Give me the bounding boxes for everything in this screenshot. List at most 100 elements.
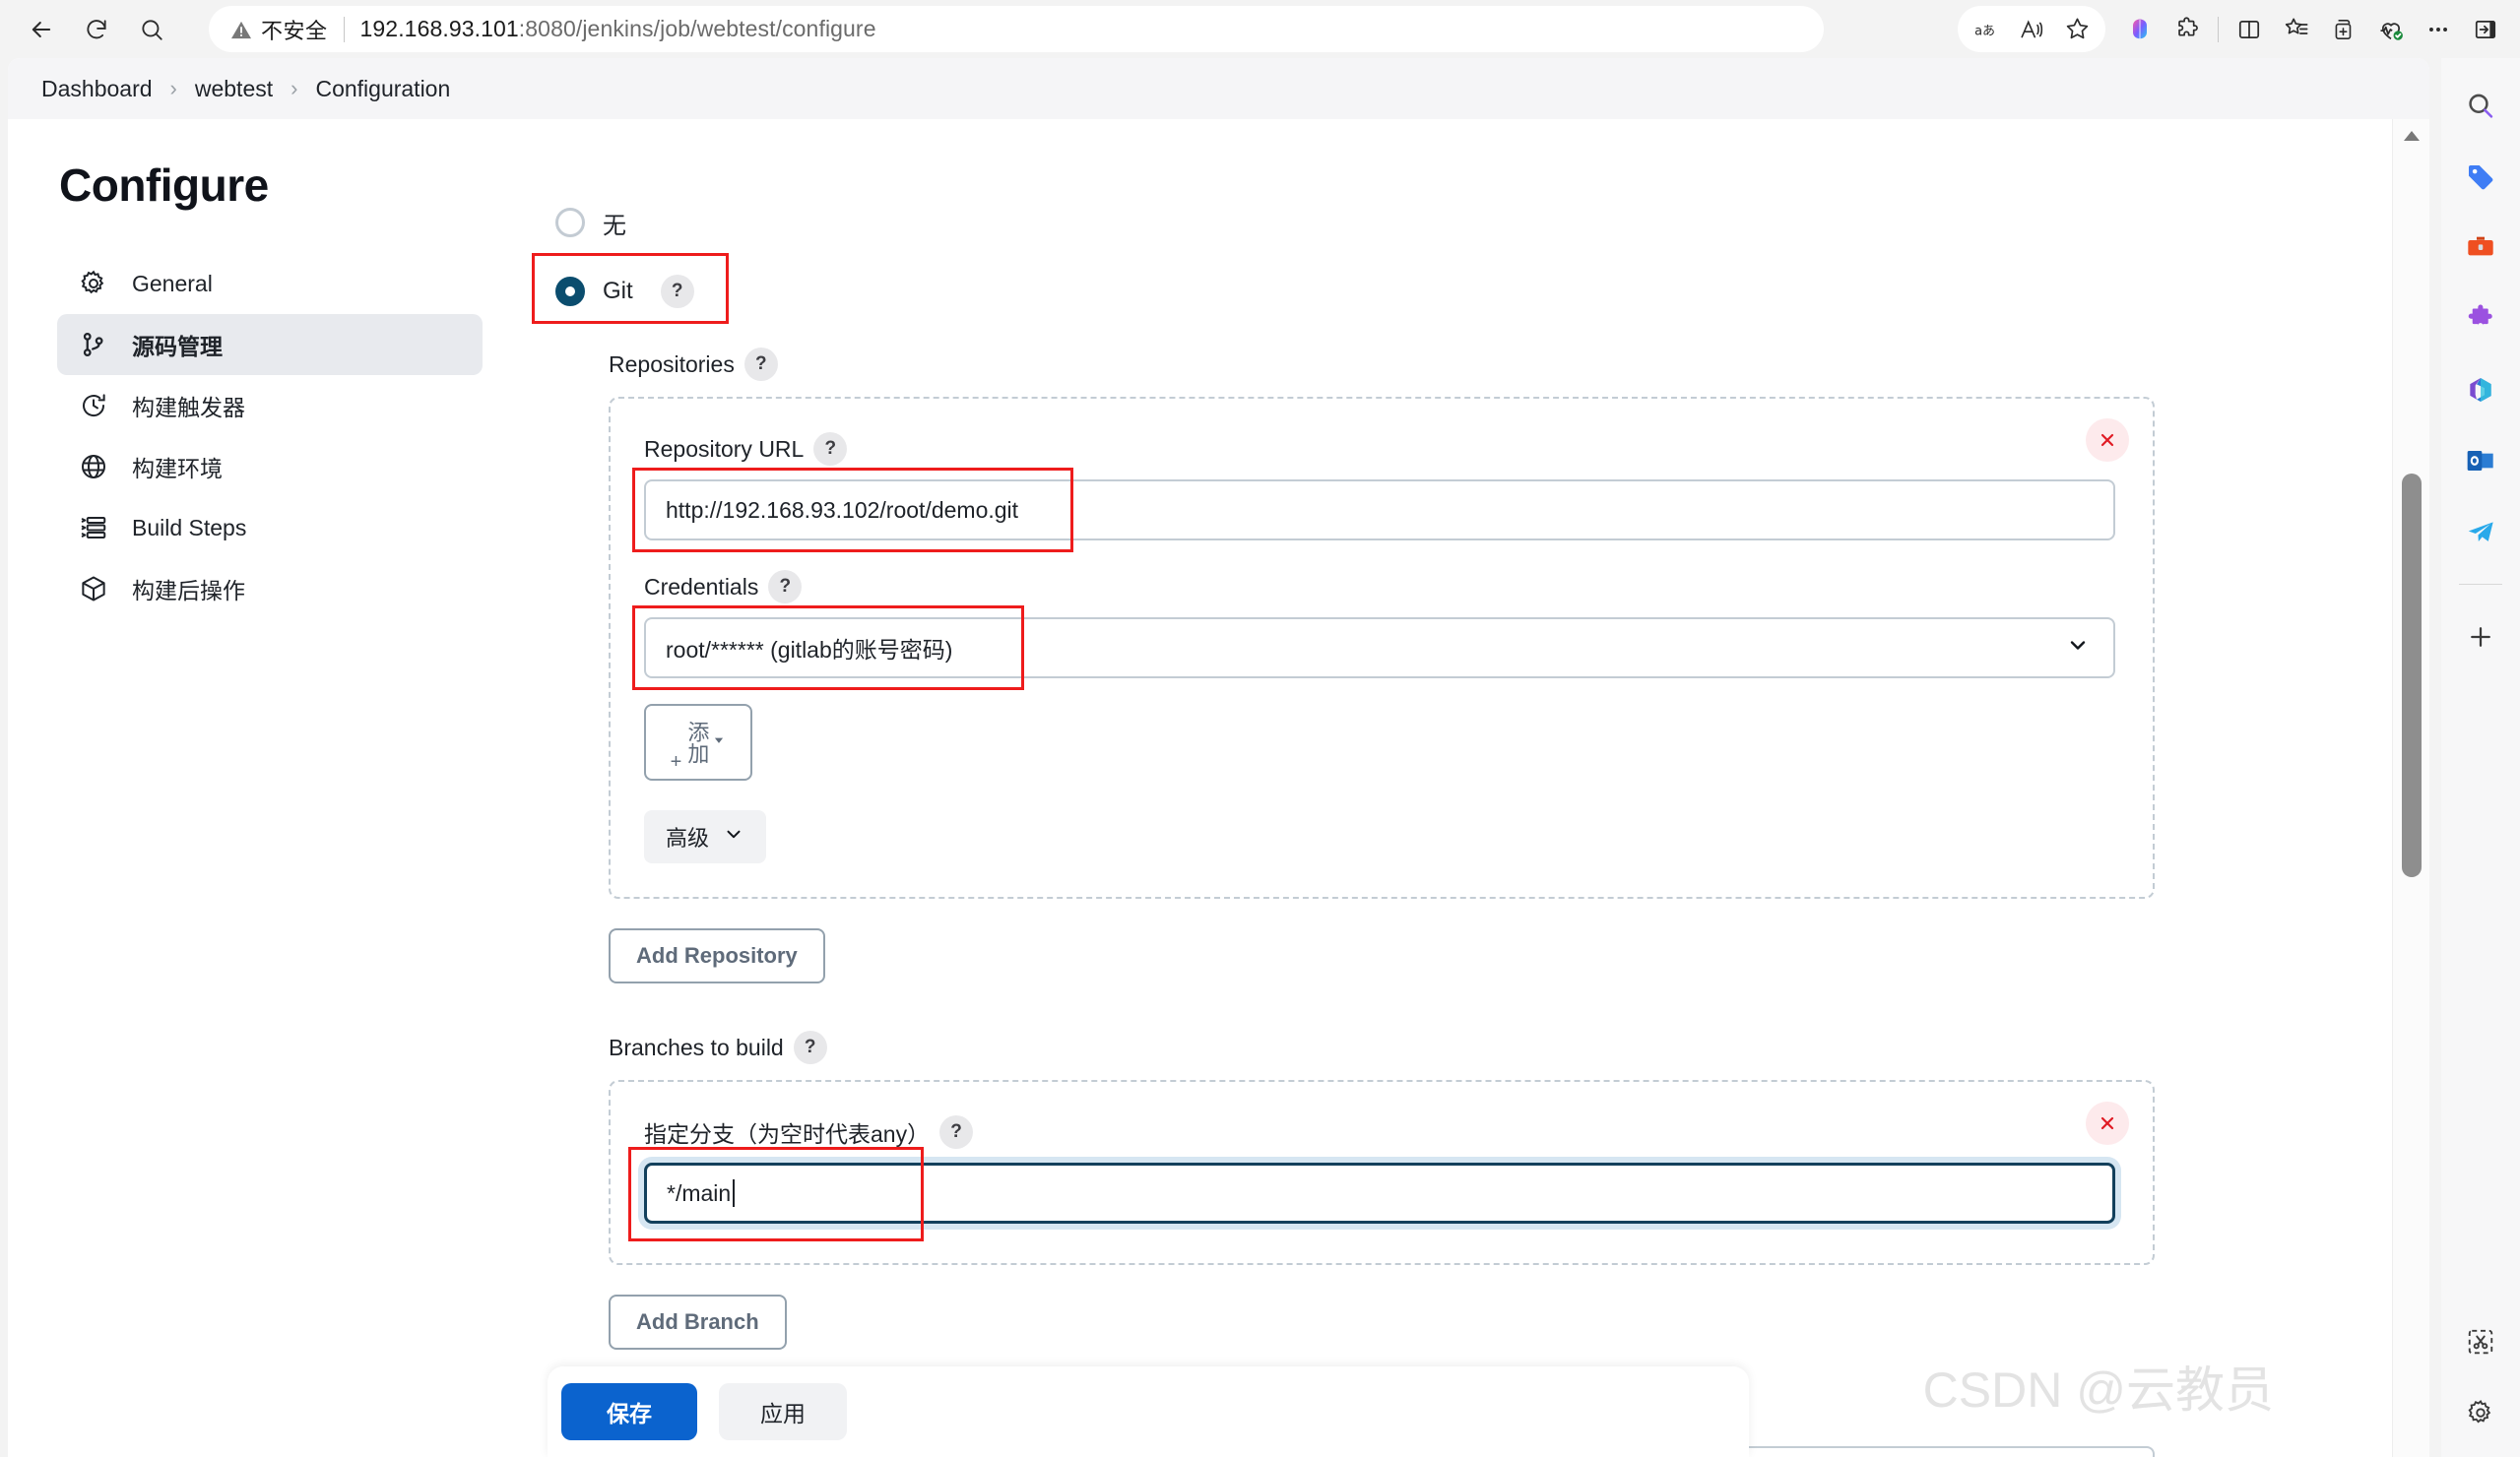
help-icon[interactable]: ? (813, 432, 848, 466)
repository-url-input[interactable]: http://192.168.93.102/root/demo.git (644, 479, 2115, 540)
breadcrumb-item-webtest[interactable]: webtest (195, 76, 273, 102)
apply-button[interactable]: 应用 (719, 1383, 847, 1440)
add-repository-button[interactable]: Add Repository (609, 928, 825, 983)
browser-window: 不安全 192.168.93.101:8080/jenkins/job/webt… (0, 0, 2520, 1457)
chevron-down-icon[interactable] (712, 733, 726, 751)
browser-essentials-icon[interactable] (2368, 7, 2414, 52)
delete-branch-button[interactable] (2086, 1102, 2129, 1145)
sidebar-item-label: General (132, 270, 213, 296)
edge-sidebar-bottom (2441, 1319, 2520, 1435)
repository-url-field-wrap: http://192.168.93.102/root/demo.git (632, 468, 2115, 552)
office-icon[interactable] (2458, 367, 2503, 412)
breadcrumb-separator: › (169, 76, 177, 100)
url-text[interactable]: 192.168.93.101:8080/jenkins/job/webtest/… (360, 16, 876, 42)
games-icon[interactable] (2458, 296, 2503, 342)
delete-repository-button[interactable] (2086, 418, 2129, 462)
page-title: Configure (59, 159, 269, 211)
omnibox-action-group: aあ (1958, 6, 2105, 52)
add-sidebar-app-icon[interactable] (2458, 614, 2503, 660)
credentials-field-wrap: root/****** (gitlab的账号密码) (632, 605, 2115, 690)
security-label: 不安全 (261, 18, 328, 43)
repositories-section: Repositories ? (609, 348, 2392, 381)
sidebar-item-post-build[interactable]: 构建后操作 (57, 558, 483, 619)
scrollbar-thumb[interactable] (2402, 474, 2422, 877)
web-page: Dashboard › webtest › Configuration Conf… (8, 58, 2429, 1457)
repositories-label: Repositories (609, 350, 735, 377)
extensions-icon[interactable] (2165, 7, 2210, 52)
copilot-icon[interactable] (2117, 7, 2163, 52)
help-icon[interactable]: ? (768, 570, 803, 603)
credentials-select[interactable]: root/****** (gitlab的账号密码) (644, 617, 2115, 678)
favorite-star-icon[interactable] (2054, 7, 2100, 52)
sidebar-item-build-steps[interactable]: Build Steps (57, 497, 483, 558)
package-icon (77, 572, 110, 605)
add-credentials-button[interactable]: + 添加 (644, 704, 752, 781)
help-icon[interactable]: ? (743, 348, 778, 381)
scm-form: 无 Git ? Repositories ? Repository URL ? … (532, 119, 2392, 1457)
credentials-selected-value: root/****** (gitlab的账号密码) (666, 637, 953, 663)
sidebar-item-label: 构建环境 (132, 456, 223, 481)
settings-and-more-icon[interactable] (2416, 7, 2461, 52)
address-bar[interactable]: 不安全 192.168.93.101:8080/jenkins/job/webt… (209, 6, 1824, 52)
scm-option-label: 无 (603, 212, 626, 239)
shopping-tag-icon[interactable] (2458, 155, 2503, 200)
sidebar-item-label: 构建后操作 (132, 578, 245, 603)
security-indicator[interactable]: 不安全 (223, 14, 328, 45)
add-credentials-label: 添加 (684, 721, 710, 764)
help-icon[interactable]: ? (660, 275, 694, 308)
scm-option-git[interactable]: Git ? (555, 269, 794, 314)
watermark: CSDN @云教员 (1922, 1362, 2274, 1418)
sidebar-settings-gear-icon[interactable] (2458, 1390, 2503, 1435)
scm-option-label: Git (603, 278, 633, 304)
sidebar-item-build-environment[interactable]: 构建环境 (57, 436, 483, 497)
breadcrumb-item-dashboard[interactable]: Dashboard (41, 76, 153, 102)
sidebar-item-build-triggers[interactable]: 构建触发器 (57, 375, 483, 436)
radio-git[interactable] (555, 277, 585, 306)
breadcrumb-item-configuration[interactable]: Configuration (315, 76, 450, 102)
svg-text:aあ: aあ (1974, 24, 1995, 38)
repository-panel: Repository URL ? http://192.168.93.102/r… (609, 397, 2155, 899)
branch-panel: 指定分支（为空时代表any） ? */main (609, 1080, 2155, 1265)
collections-icon[interactable] (2274, 7, 2319, 52)
gear-icon (77, 267, 110, 300)
telegram-icon[interactable] (2458, 509, 2503, 554)
page-scrollbar[interactable] (2392, 119, 2429, 1457)
branch-spec-label: 指定分支（为空时代表any） (644, 1121, 931, 1147)
sidebar-toggle-icon[interactable] (2463, 7, 2508, 52)
add-branch-wrap: Add Branch (609, 1295, 2392, 1350)
read-aloud-icon[interactable] (2009, 7, 2054, 52)
help-icon[interactable]: ? (939, 1115, 974, 1149)
sidebar-item-scm[interactable]: 源码管理 (57, 314, 483, 375)
search-icon[interactable] (2458, 84, 2503, 129)
reload-icon[interactable] (73, 6, 120, 53)
outlook-icon[interactable] (2458, 438, 2503, 483)
advanced-button[interactable]: 高级 (644, 810, 767, 863)
breadcrumb: Dashboard › webtest › Configuration (8, 58, 2429, 119)
repository-url-label-row: Repository URL ? (644, 432, 2115, 466)
add-tab-to-collection-icon[interactable] (2321, 7, 2366, 52)
tools-icon[interactable] (2458, 225, 2503, 271)
search-icon[interactable] (128, 6, 175, 53)
translate-icon[interactable]: aあ (1964, 7, 2009, 52)
chevron-down-icon[interactable] (2066, 633, 2090, 663)
save-button[interactable]: 保存 (561, 1383, 697, 1440)
branch-spec-label-row: 指定分支（为空时代表any） ? (644, 1115, 2115, 1149)
text-cursor (733, 1179, 736, 1207)
warning-triangle-icon (230, 20, 252, 39)
sidebar-item-label: 构建触发器 (132, 395, 245, 420)
sidebar-item-general[interactable]: General (57, 253, 483, 314)
add-branch-button[interactable]: Add Branch (609, 1295, 787, 1350)
scm-option-none[interactable]: 无 (555, 200, 2392, 245)
back-arrow-icon[interactable] (18, 6, 65, 53)
scroll-up-arrow-icon[interactable] (2393, 123, 2429, 149)
screenshot-scissors-icon[interactable] (2458, 1319, 2503, 1364)
scm-option-git-wrap: Git ? (532, 253, 794, 324)
help-icon[interactable]: ? (793, 1031, 827, 1064)
split-screen-icon[interactable] (2227, 7, 2272, 52)
chevron-down-icon (723, 823, 744, 851)
form-action-bar: 保存 应用 (548, 1366, 1749, 1457)
content-area: Configure General 源码管理 构建触发器 构建环境 Build … (8, 119, 2392, 1457)
plus-icon: + (670, 751, 682, 773)
radio-none[interactable] (555, 208, 585, 237)
branch-spec-input[interactable]: */main (644, 1163, 2115, 1224)
